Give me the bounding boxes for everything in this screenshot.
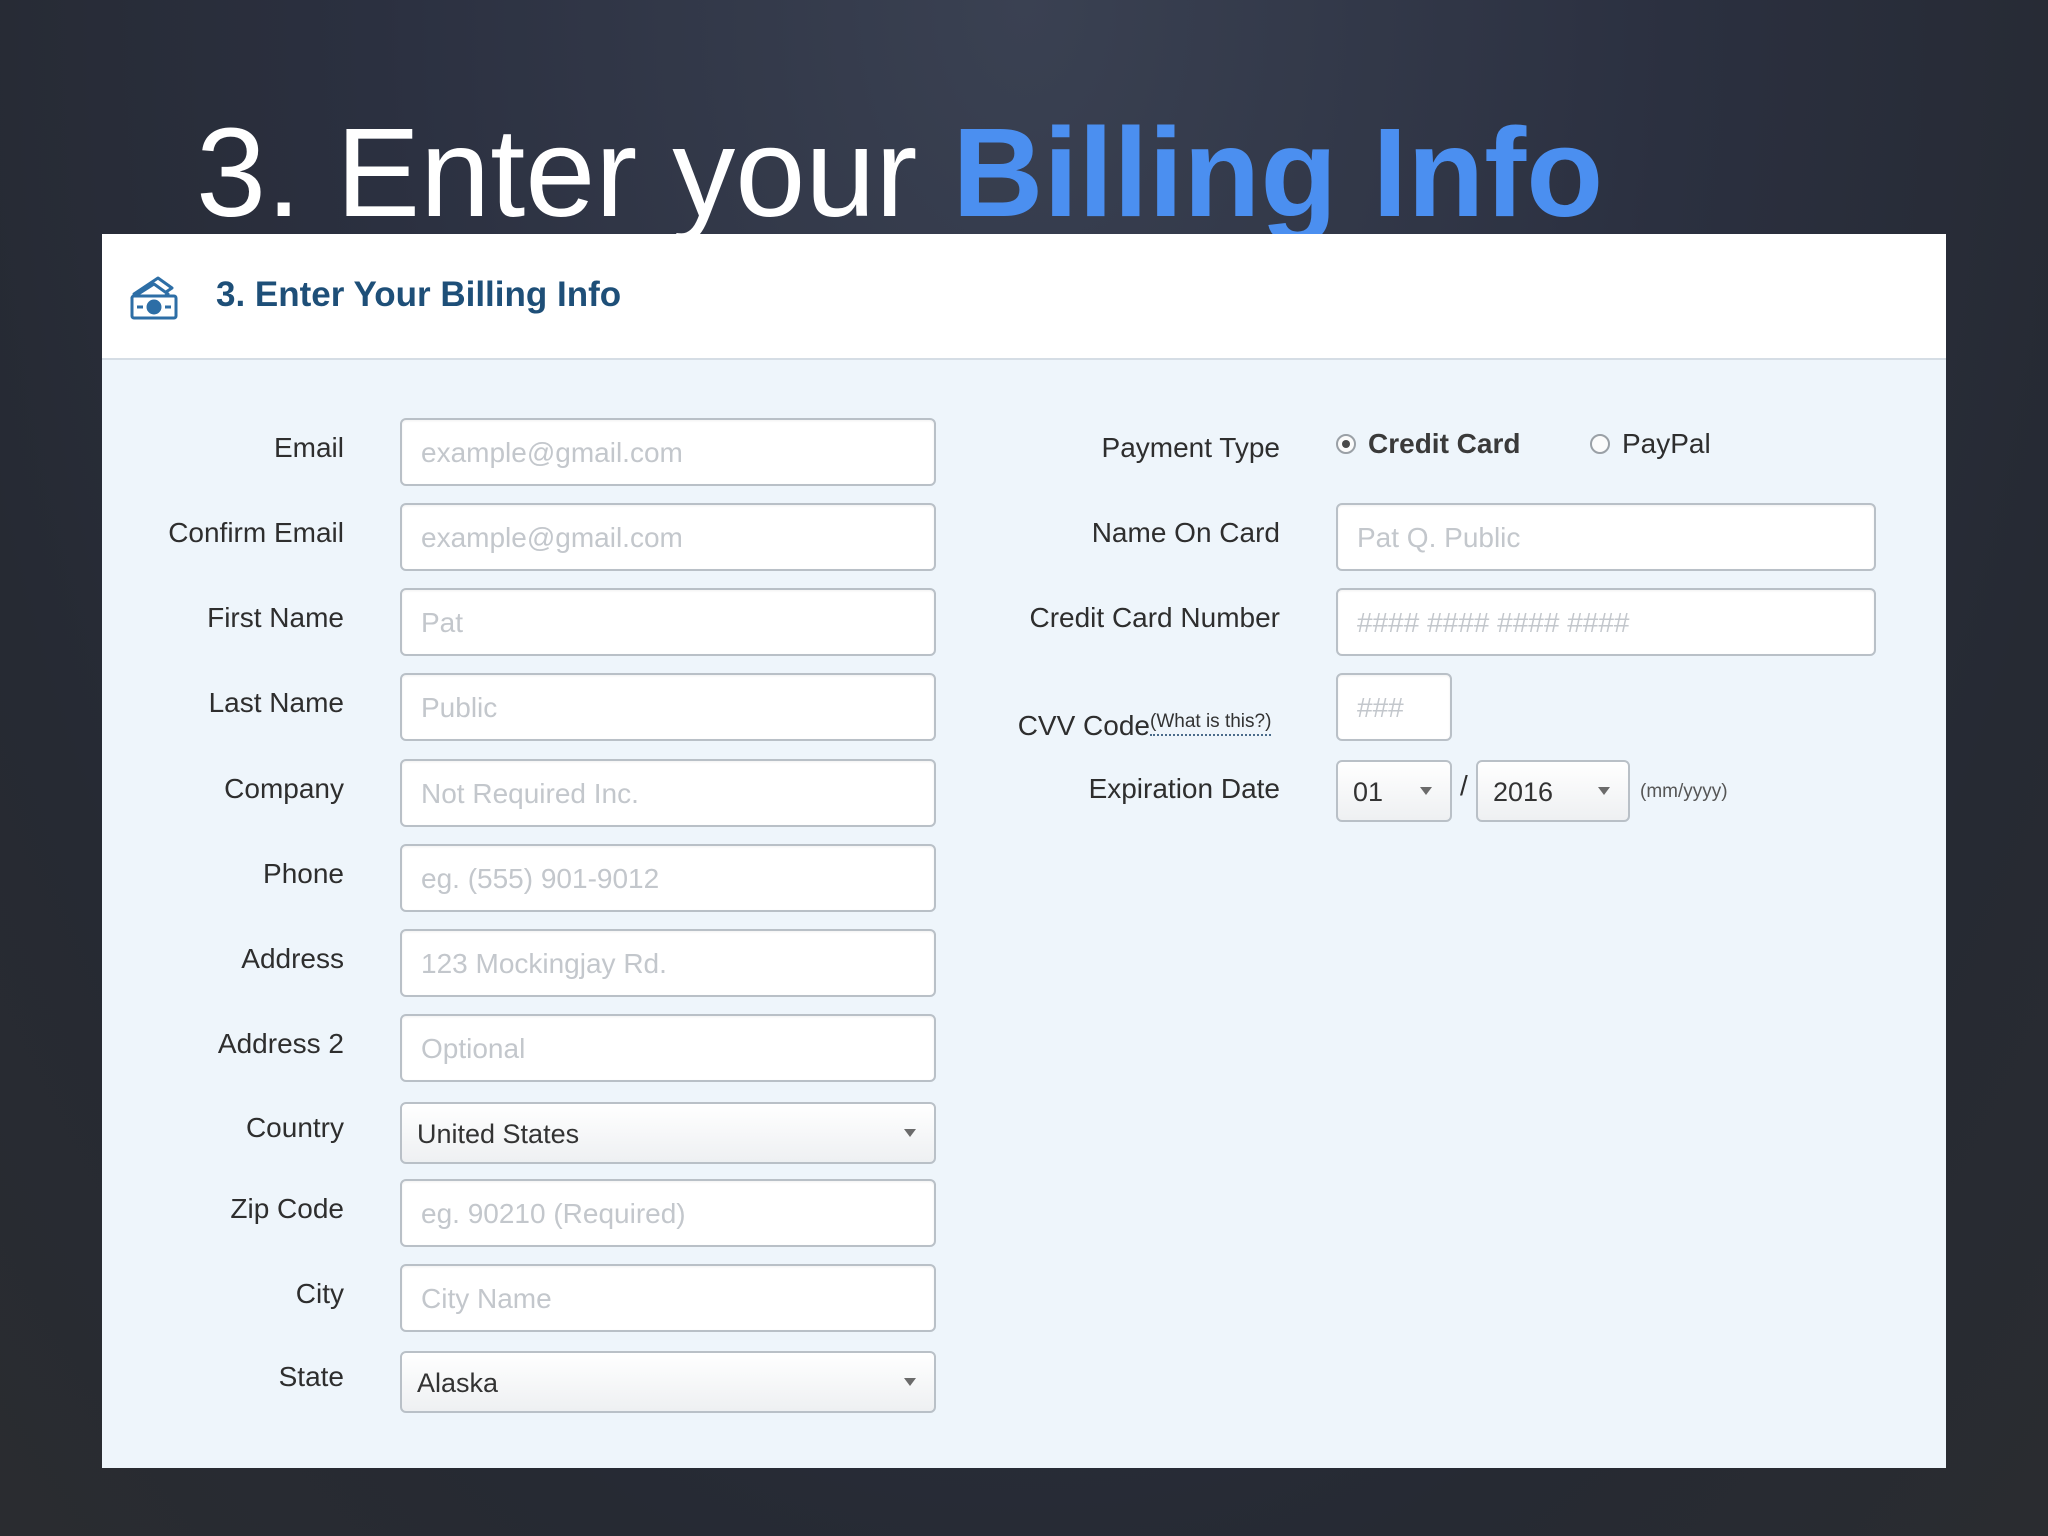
payment-type-label: Payment Type (1101, 432, 1280, 463)
city-placeholder: City Name (421, 1283, 552, 1314)
zip-field[interactable]: eg. 90210 (Required) (400, 1179, 936, 1247)
card-number-placeholder: #### #### #### #### (1357, 607, 1630, 638)
cvv-help-link[interactable]: (What is this?) (1150, 710, 1272, 736)
email-placeholder: example@gmail.com (421, 437, 683, 468)
card-number-field[interactable]: #### #### #### #### (1336, 588, 1876, 656)
chevron-down-icon (904, 1129, 916, 1137)
country-select[interactable]: United States (400, 1102, 936, 1164)
name-on-card-field[interactable]: Pat Q. Public (1336, 503, 1876, 571)
cvv-placeholder: ### (1357, 692, 1404, 723)
billing-panel: 3. Enter Your Billing Info Email example… (102, 234, 1946, 1468)
zip-placeholder: eg. 90210 (Required) (421, 1198, 686, 1229)
state-value: Alaska (417, 1368, 499, 1398)
panel-title: 3. Enter Your Billing Info (216, 275, 622, 314)
card-number-label: Credit Card Number (1029, 602, 1280, 633)
expiration-year-select[interactable]: 2016 (1476, 760, 1630, 822)
last-name-placeholder: Public (421, 692, 498, 723)
country-value: United States (417, 1119, 580, 1149)
credit-card-option-label[interactable]: Credit Card (1368, 426, 1520, 462)
address-label: Address (241, 943, 344, 974)
cvv-field[interactable]: ### (1336, 673, 1452, 741)
email-label: Email (273, 432, 344, 463)
state-select[interactable]: Alaska (400, 1351, 936, 1413)
expiration-separator: / (1460, 770, 1468, 801)
expiration-month-select[interactable]: 01 (1336, 760, 1452, 822)
country-label: Country (245, 1112, 344, 1143)
address2-field[interactable]: Optional (400, 1014, 936, 1082)
chevron-down-icon (1598, 787, 1610, 795)
expiration-month-value: 01 (1353, 777, 1384, 807)
address2-label: Address 2 (217, 1028, 344, 1059)
paypal-radio[interactable] (1590, 434, 1610, 454)
chevron-down-icon (1420, 787, 1432, 795)
slide-title-accent: Billing Info (952, 102, 1604, 243)
panel-header: 3. Enter Your Billing Info (102, 234, 1946, 360)
city-field[interactable]: City Name (400, 1264, 936, 1332)
first-name-placeholder: Pat (421, 607, 464, 638)
slide-title-prefix: 3. Enter your (196, 102, 953, 243)
expiration-format-hint: (mm/yyyy) (1640, 781, 1728, 802)
first-name-label: First Name (207, 602, 344, 633)
company-placeholder: Not Required Inc. (421, 778, 639, 809)
paypal-option-label[interactable]: PayPal (1622, 426, 1711, 462)
state-label: State (278, 1361, 344, 1392)
zip-label: Zip Code (230, 1193, 344, 1224)
last-name-label: Last Name (208, 687, 344, 718)
slide-title: 3. Enter your Billing Info (196, 98, 1603, 248)
confirm-email-placeholder: example@gmail.com (421, 522, 683, 553)
confirm-email-label: Confirm Email (168, 517, 344, 548)
city-label: City (295, 1278, 344, 1309)
money-icon (130, 276, 178, 320)
address-placeholder: 123 Mockingjay Rd. (421, 948, 667, 979)
name-on-card-label: Name On Card (1091, 517, 1280, 548)
company-label: Company (224, 773, 344, 804)
phone-label: Phone (263, 858, 344, 889)
cvv-label: CVV Code (1017, 710, 1150, 741)
expiration-year-value: 2016 (1493, 777, 1554, 807)
credit-card-radio[interactable] (1336, 434, 1356, 454)
chevron-down-icon (904, 1378, 916, 1386)
address-field[interactable]: 123 Mockingjay Rd. (400, 929, 936, 997)
phone-field[interactable]: eg. (555) 901-9012 (400, 844, 936, 912)
address2-placeholder: Optional (421, 1033, 526, 1064)
expiration-label: Expiration Date (1088, 773, 1280, 804)
phone-placeholder: eg. (555) 901-9012 (421, 863, 660, 894)
name-on-card-placeholder: Pat Q. Public (1357, 522, 1521, 553)
